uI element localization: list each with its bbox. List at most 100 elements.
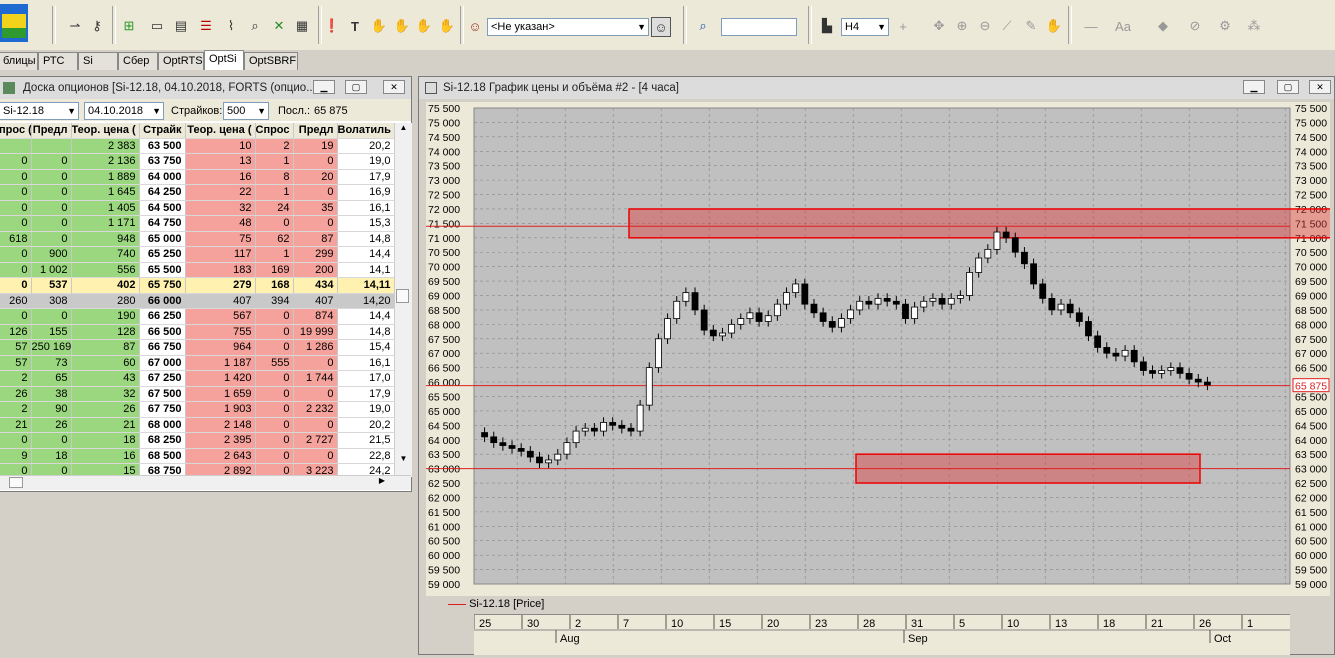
table-row[interactable]: 126 155 128 66 500 755 0 19 999 14,8 <box>0 324 394 340</box>
tab-si[interactable]: Si <box>78 52 118 70</box>
date-select[interactable]: 04.10.2018 ▼ <box>84 102 164 120</box>
column-header[interactable]: Теор. цена ( <box>185 123 256 139</box>
table-row[interactable]: 0 0 190 66 250 567 0 874 14,4 <box>0 308 394 325</box>
tab-rts[interactable]: РТС <box>38 52 78 70</box>
table-row[interactable]: 9 18 16 68 500 2 643 0 0 22,8 <box>0 448 394 464</box>
bar-chart-icon[interactable]: ▙ <box>818 17 836 35</box>
calendar-icon[interactable]: ▦ <box>293 17 311 35</box>
move-icon[interactable]: ✥ <box>930 17 948 35</box>
arrow-key-icon[interactable]: ⇀ <box>66 17 84 35</box>
table-cell: 0 <box>0 169 32 185</box>
tab-tables[interactable]: блицы <box>0 52 38 70</box>
column-header[interactable]: Предл <box>293 123 338 139</box>
price-chart[interactable]: 75 500 75 500 75 000 75 000 74 500 74 500 74 0… <box>426 102 1335 596</box>
minimize-button[interactable]: ▁ <box>313 80 335 94</box>
close-button[interactable]: ✕ <box>383 80 405 94</box>
chart-maximize-button[interactable]: ▢ <box>1277 80 1299 94</box>
column-header[interactable]: Теор. цена ( <box>71 123 140 139</box>
vertical-scrollbar[interactable]: ▲ ▼ <box>394 123 412 477</box>
table-row[interactable]: 001 889 64 000 16 8 20 17,9 <box>0 169 394 185</box>
zoom-window-icon[interactable]: ⌕ <box>246 17 264 35</box>
delete-window-icon[interactable]: ✕ <box>270 17 288 35</box>
key-icon[interactable]: ⚷ <box>88 17 106 35</box>
ruler-icon[interactable]: ⟋ <box>998 17 1016 35</box>
hand-stop-icon[interactable]: ✋ <box>438 17 456 35</box>
tab-optrts[interactable]: OptRTS <box>158 52 204 70</box>
chart-close-button[interactable]: ✕ <box>1309 80 1331 94</box>
settings-icon[interactable]: ⚙ <box>1216 17 1234 35</box>
chart-minimize-button[interactable]: ▁ <box>1243 80 1265 94</box>
hand-buy-icon[interactable]: ✋ <box>393 17 411 35</box>
scroll-down-icon[interactable]: ▼ <box>395 454 412 463</box>
maximize-button[interactable]: ▢ <box>345 80 367 94</box>
pen-icon[interactable]: ✎ <box>1022 17 1040 35</box>
search-icon[interactable]: ⌕ <box>694 17 712 35</box>
window-icon[interactable]: ▭ <box>148 17 166 35</box>
table-row[interactable]: 26 38 32 67 500 1 659 0 0 17,9 <box>0 386 394 402</box>
timeframe-select[interactable]: H4 ▼ <box>841 18 889 36</box>
table-cell: 1 002 <box>31 262 72 278</box>
hand-sell-icon[interactable]: ✋ <box>415 17 433 35</box>
column-header[interactable]: Спрос ( <box>255 123 294 139</box>
table-cell: 0 <box>31 432 72 449</box>
table-row[interactable]: 001 645 64 250 22 1 0 16,9 <box>0 184 394 201</box>
alert-icon[interactable]: ❗ <box>323 17 341 35</box>
column-header[interactable]: прос ( <box>0 123 32 139</box>
tab-optsbrf[interactable]: OptSBRF <box>244 52 298 70</box>
table-row[interactable]: 002 136 63 750 13 1 0 19,0 <box>0 153 394 170</box>
scroll-right-icon[interactable]: ▶ <box>379 476 385 485</box>
tab-sber[interactable]: Сбер <box>118 52 158 70</box>
table-row[interactable]: 2 383 63 500 10 2 19 20,2 <box>0 138 394 154</box>
scatter-icon[interactable]: ⁂ <box>1245 17 1263 35</box>
table-row[interactable]: 2 90 26 67 750 1 903 0 2 232 19,0 <box>0 401 394 418</box>
table-row[interactable]: 57 250 169 87 66 750 964 0 1 286 15,4 <box>0 339 394 356</box>
fill-icon[interactable]: ◆ <box>1154 17 1172 35</box>
tab-optsi[interactable]: OptSi <box>204 50 244 70</box>
scroll-thumb[interactable] <box>396 289 409 303</box>
line-style-icon[interactable]: — <box>1082 17 1100 35</box>
add-icon[interactable]: ⊞ <box>120 17 138 35</box>
zoom-out-icon[interactable]: ⊖ <box>976 17 994 35</box>
y-tick-label-left: 67 500 <box>428 334 460 346</box>
table-row[interactable]: 57 73 60 67 000 1 187 555 0 16,1 <box>0 355 394 371</box>
table-row[interactable]: 001 405 64 500 32 24 35 16,1 <box>0 200 394 216</box>
chart-icon[interactable]: ⌇ <box>222 17 240 35</box>
table-row[interactable]: 618 0 948 65 000 75 62 87 14,8 <box>0 231 394 247</box>
table-row[interactable]: 0 0 18 68 250 2 395 0 2 727 21,5 <box>0 432 394 449</box>
table-row[interactable]: 01 002 556 65 500 183 169 200 14,1 <box>0 262 394 278</box>
price-chart-svg[interactable]: 75 500 75 500 75 000 75 000 74 500 74 500 74 0… <box>426 102 1335 596</box>
trader-icon[interactable]: ☺ <box>466 17 484 35</box>
hand-pan-icon[interactable]: ✋ <box>1045 17 1063 35</box>
chart-legend: Si-12.18 [Price] <box>448 598 544 612</box>
trader-select[interactable]: <Не указан> ▼ <box>487 18 649 36</box>
trader-card-icon[interactable]: ☺ <box>651 17 671 37</box>
table-row[interactable]: 0 900 740 65 250 117 1 299 14,4 <box>0 246 394 263</box>
table-icon[interactable]: ▤ <box>172 17 190 35</box>
list-icon[interactable]: ☰ <box>197 17 215 35</box>
font-icon[interactable]: Aa <box>1114 17 1132 35</box>
instrument-select[interactable]: Si-12.18 ▼ <box>0 102 79 120</box>
crosshair-icon[interactable]: + <box>894 17 912 35</box>
candle <box>499 442 507 446</box>
text-icon[interactable]: T <box>346 17 364 35</box>
scroll-up-icon[interactable]: ▲ <box>395 123 412 132</box>
horizontal-scrollbar[interactable]: ▶ <box>0 475 411 490</box>
table-row[interactable]: 0 537 402 65 750 279 168 434 14,11 <box>0 277 394 294</box>
column-header[interactable]: Волатиль <box>337 123 394 139</box>
column-header[interactable]: Предл <box>31 123 72 139</box>
search-input[interactable] <box>721 18 797 36</box>
table-row[interactable]: 21 26 21 68 000 2 148 0 0 20,2 <box>0 417 394 433</box>
table-row[interactable]: 2 65 43 67 250 1 420 0 1 744 17,0 <box>0 370 394 387</box>
column-header[interactable]: Страйк <box>139 123 186 139</box>
zoom-in-icon[interactable]: ⊕ <box>953 17 971 35</box>
table-row[interactable]: 001 171 64 750 48 0 0 15,3 <box>0 215 394 232</box>
strikes-select[interactable]: 500 ▼ <box>223 102 269 120</box>
hscroll-thumb[interactable] <box>9 477 23 488</box>
eraser-icon[interactable]: ⊘ <box>1186 17 1204 35</box>
strike-cell: 65 250 <box>139 246 186 263</box>
table-row[interactable]: 260 308 280 66 000 407 394 407 14,20 <box>0 293 394 309</box>
hand-icon[interactable]: ✋ <box>370 17 388 35</box>
y-tick-label-right: 70 000 <box>1295 262 1327 274</box>
table-cell: 308 <box>31 293 72 309</box>
y-tick-label-left: 72 000 <box>428 204 460 216</box>
